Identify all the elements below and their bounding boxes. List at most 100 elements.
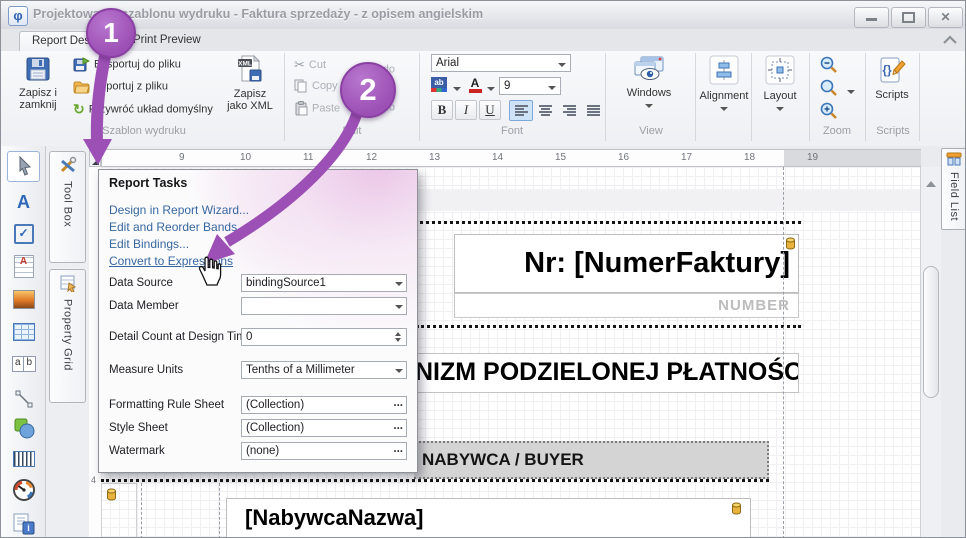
close-button[interactable]: ✕ <box>928 7 963 28</box>
chevron-down-icon[interactable] <box>391 298 406 314</box>
checkbox-tool-button[interactable]: ✓ <box>7 219 40 250</box>
chevron-down-icon[interactable] <box>391 275 406 291</box>
table-tool-button[interactable] <box>7 317 40 348</box>
ellipsis-button[interactable]: ... <box>393 418 403 434</box>
group-separator <box>419 53 420 141</box>
ruler-number: 15 <box>555 152 566 163</box>
shape-icon <box>13 417 35 439</box>
align-center-button[interactable] <box>533 100 557 121</box>
windows-button[interactable]: Windows <box>619 54 679 126</box>
barcode-tool-button[interactable] <box>7 444 40 475</box>
minimize-icon <box>866 18 877 21</box>
ellipsis-button[interactable]: ... <box>393 441 403 457</box>
side-tab-strip: Tool Box Property Grid <box>46 146 90 538</box>
copy-button[interactable]: Copy <box>294 79 338 99</box>
underline-button[interactable]: U <box>479 100 501 120</box>
shape-tool-button[interactable] <box>7 413 40 444</box>
property-grid-icon <box>59 274 77 292</box>
link-convert-to-expressions[interactable]: Convert to Expressions <box>109 254 233 268</box>
italic-button[interactable]: I <box>455 100 477 120</box>
report-designer-window: φ Projektowanie szablonu wydruku - Faktu… <box>0 0 966 538</box>
align-justify-button[interactable] <box>581 100 605 121</box>
alignment-button[interactable]: Alignment <box>699 54 749 126</box>
font-size-combo[interactable]: 9 <box>499 77 561 95</box>
invoice-number-textbox[interactable]: Nr: [NumerFaktury] <box>454 234 799 293</box>
scrollbar-thumb[interactable] <box>923 266 939 398</box>
line-tool-button[interactable] <box>7 384 40 415</box>
cell-dashed-line <box>141 483 142 538</box>
scroll-up-icon[interactable] <box>926 181 936 187</box>
ruler-number: 10 <box>240 152 251 163</box>
collapse-ribbon-chevron-icon[interactable] <box>942 35 958 45</box>
tab-tool-box[interactable]: Tool Box <box>49 151 86 263</box>
label-tool-button[interactable]: A <box>7 187 40 218</box>
field-list-icon <box>946 152 962 166</box>
zoom-group-label: Zoom <box>811 125 863 137</box>
text-highlight-button[interactable]: ab <box>431 77 453 95</box>
chevron-down-icon[interactable] <box>555 56 569 70</box>
tab-field-list[interactable]: Field List <box>941 148 966 230</box>
character-comb-tool-button[interactable]: ab <box>7 349 40 380</box>
buyer-band[interactable]: NABYWCA / BUYER <box>414 441 769 479</box>
ellipsis-button[interactable]: ... <box>393 395 403 411</box>
cut-label: Cut <box>309 59 326 71</box>
spinner-arrows[interactable] <box>392 329 405 345</box>
restore-default-layout-button[interactable]: ↻Przywróć układ domyślny <box>73 101 213 121</box>
pointer-icon <box>14 155 34 177</box>
link-edit-bindings[interactable]: Edit Bindings... <box>109 237 189 251</box>
link-edit-and-reorder-bands[interactable]: Edit and Reorder Bands... <box>109 220 247 234</box>
save-and-close-button[interactable]: Zapisz i zamknij <box>11 54 65 126</box>
font-family-combo[interactable]: Arial <box>431 54 571 72</box>
svg-text:{}: {} <box>882 63 892 77</box>
data-member-combo[interactable] <box>241 297 407 315</box>
align-left-button[interactable] <box>509 100 533 121</box>
gauge-tool-button[interactable] <box>7 475 40 506</box>
watermark-editor[interactable]: (none) ... <box>241 442 407 460</box>
maximize-button[interactable] <box>891 7 926 28</box>
buyer-name-textbox[interactable]: [NabywcaNazwa] <box>226 498 751 538</box>
import-from-file-button[interactable]: Importuj z pliku <box>73 79 168 99</box>
minimize-button[interactable] <box>854 7 889 28</box>
export-to-file-button[interactable]: Eksportuj do pliku <box>73 57 181 77</box>
zoom-in-button[interactable] <box>819 101 845 123</box>
picture-tool-button[interactable] <box>7 284 40 315</box>
paste-label: Paste <box>312 103 340 115</box>
richtext-tool-button[interactable]: A <box>7 251 40 282</box>
paste-button[interactable]: Paste <box>294 101 340 121</box>
ribbon: Zapisz i zamknij Eksportuj do pliku Impo… <box>1 51 965 147</box>
split-payment-textbox[interactable]: NIZM PODZIELONEJ PŁATNOŚCI <box>414 353 799 393</box>
font-color-dropdown-icon[interactable] <box>487 87 495 91</box>
page-margin-dashed-line <box>783 167 784 538</box>
link-design-in-report-wizard[interactable]: Design in Report Wizard... <box>109 203 249 217</box>
align-right-button[interactable] <box>557 100 581 121</box>
bold-button[interactable]: B <box>431 100 453 120</box>
pointer-tool-button[interactable] <box>7 151 40 182</box>
step2-badge: 2 <box>340 62 396 118</box>
layout-button[interactable]: Layout <box>755 54 805 126</box>
cut-button[interactable]: ✂Cut <box>294 57 326 77</box>
vertical-scrollbar[interactable] <box>920 167 941 538</box>
save-as-xml-button[interactable]: XML Zapisz jako XML <box>223 54 277 126</box>
scripts-button[interactable]: {} Scripts <box>867 54 917 126</box>
row-cell[interactable] <box>101 483 137 538</box>
formatting-rule-sheet-editor[interactable]: (Collection) ... <box>241 396 407 414</box>
pageinfo-tool-button[interactable]: i <box>7 509 40 538</box>
svg-text:i: i <box>27 523 30 533</box>
horizontal-ruler: 9 10 11 12 13 14 15 16 17 18 19 <box>101 149 921 167</box>
chevron-down-icon[interactable] <box>391 362 406 378</box>
font-group-label: Font <box>421 125 603 137</box>
detail-count-spinner[interactable]: 0 <box>241 328 407 346</box>
zoom-dropdown-icon[interactable] <box>847 90 855 94</box>
number-label-textbox[interactable]: NUMBER <box>454 293 799 318</box>
measure-units-combo[interactable]: Tenths of a Millimeter <box>241 361 407 379</box>
highlight-dropdown-icon[interactable] <box>453 87 461 91</box>
data-source-combo[interactable]: bindingSource1 <box>241 274 407 292</box>
font-color-button[interactable]: A <box>465 77 485 95</box>
zoom-button[interactable] <box>819 78 845 100</box>
chevron-down-icon <box>720 107 728 111</box>
tab-property-grid[interactable]: Property Grid <box>49 269 86 403</box>
font-color-icon: A <box>465 77 485 89</box>
chevron-down-icon[interactable] <box>545 79 559 93</box>
zoom-out-button[interactable] <box>819 55 845 77</box>
style-sheet-editor[interactable]: (Collection) ... <box>241 419 407 437</box>
